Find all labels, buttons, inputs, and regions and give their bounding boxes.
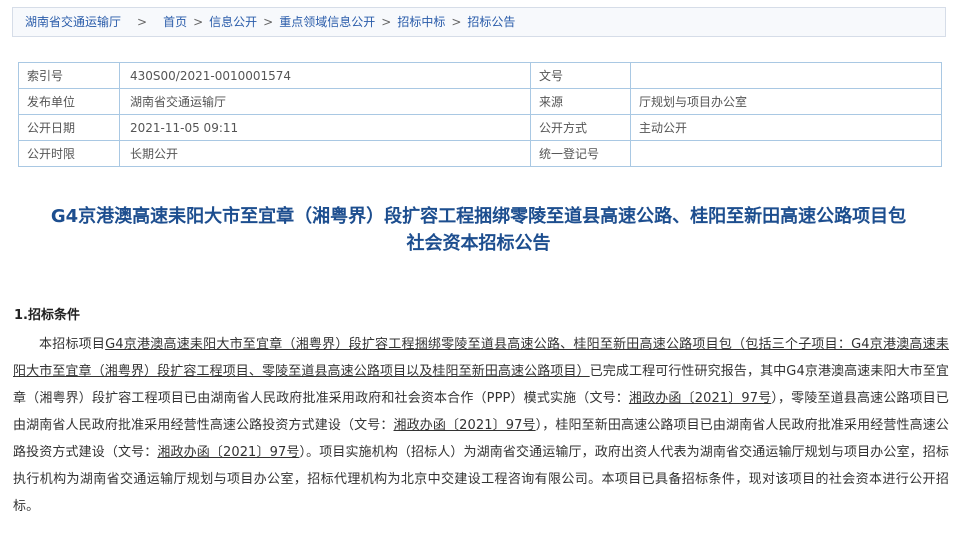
index-label: 索引号: [18, 62, 120, 89]
period-label: 公开时限: [18, 140, 120, 167]
index-value: 430S00/2021-0010001574: [119, 62, 531, 89]
breadcrumb-separator: >: [381, 15, 392, 29]
reg-value: [630, 140, 942, 167]
title-line-1: G4京港澳高速耒阳大市至宜章（湘粤界）段扩容工程捆绑零陵至道县高速公路、桂阳至新…: [50, 206, 907, 227]
breadcrumb-separator: >: [137, 15, 148, 29]
breadcrumb-site-link[interactable]: 湖南省交通运输厅: [25, 15, 121, 29]
method-value: 主动公开: [630, 114, 942, 141]
page-title: G4京港澳高速耒阳大市至宜章（湘粤界）段扩容工程捆绑零陵至道县高速公路、桂阳至新…: [0, 203, 957, 257]
docno-value: [630, 62, 942, 89]
document-number-link[interactable]: 湘政办函〔2021〕97号: [394, 418, 536, 433]
title-line-2: 社会资本招标公告: [406, 233, 551, 254]
meta-row: 发布单位 湖南省交通运输厅 来源 厅规划与项目办公室: [18, 88, 942, 115]
docno-label: 文号: [530, 62, 631, 89]
document-number-link[interactable]: 湘政办函〔2021〕97号: [157, 445, 299, 460]
date-label: 公开日期: [18, 114, 120, 141]
meta-row: 公开日期 2021-11-05 09:11 公开方式 主动公开: [18, 114, 942, 141]
publisher-label: 发布单位: [18, 88, 120, 115]
meta-row: 索引号 430S00/2021-0010001574 文号: [18, 62, 942, 89]
section-heading: 1.招标条件: [14, 308, 80, 323]
source-value: 厅规划与项目办公室: [630, 88, 942, 115]
breadcrumb-separator: >: [451, 15, 462, 29]
breadcrumb-current[interactable]: 招标公告: [467, 15, 515, 29]
publisher-value: 湖南省交通运输厅: [119, 88, 531, 115]
breadcrumb: 湖南省交通运输厅 > 首页 > 信息公开 > 重点领域信息公开 > 招标中标 > 招标公告: [12, 7, 946, 37]
breadcrumb-separator: >: [263, 15, 274, 29]
period-value: 长期公开: [119, 140, 531, 167]
breadcrumb-info-public-link[interactable]: 信息公开: [209, 15, 257, 29]
section-body: 本招标项目G4京港澳高速耒阳大市至宜章（湘粤界）段扩容工程捆绑零陵至道县高速公路…: [13, 331, 949, 520]
breadcrumb-tender-link[interactable]: 招标中标: [397, 15, 445, 29]
breadcrumb-separator: >: [193, 15, 204, 29]
body-text: 本招标项目: [39, 337, 106, 352]
document-number-link[interactable]: 湘政办函〔2021〕97号: [629, 391, 771, 406]
breadcrumb-home-link[interactable]: 首页: [163, 15, 187, 29]
method-label: 公开方式: [530, 114, 631, 141]
breadcrumb-key-areas-link[interactable]: 重点领域信息公开: [279, 15, 375, 29]
document-meta-table: 索引号 430S00/2021-0010001574 文号 发布单位 湖南省交通…: [18, 62, 942, 167]
meta-row: 公开时限 长期公开 统一登记号: [18, 140, 942, 167]
reg-label: 统一登记号: [530, 140, 631, 167]
source-label: 来源: [530, 88, 631, 115]
date-value: 2021-11-05 09:11: [119, 114, 531, 141]
